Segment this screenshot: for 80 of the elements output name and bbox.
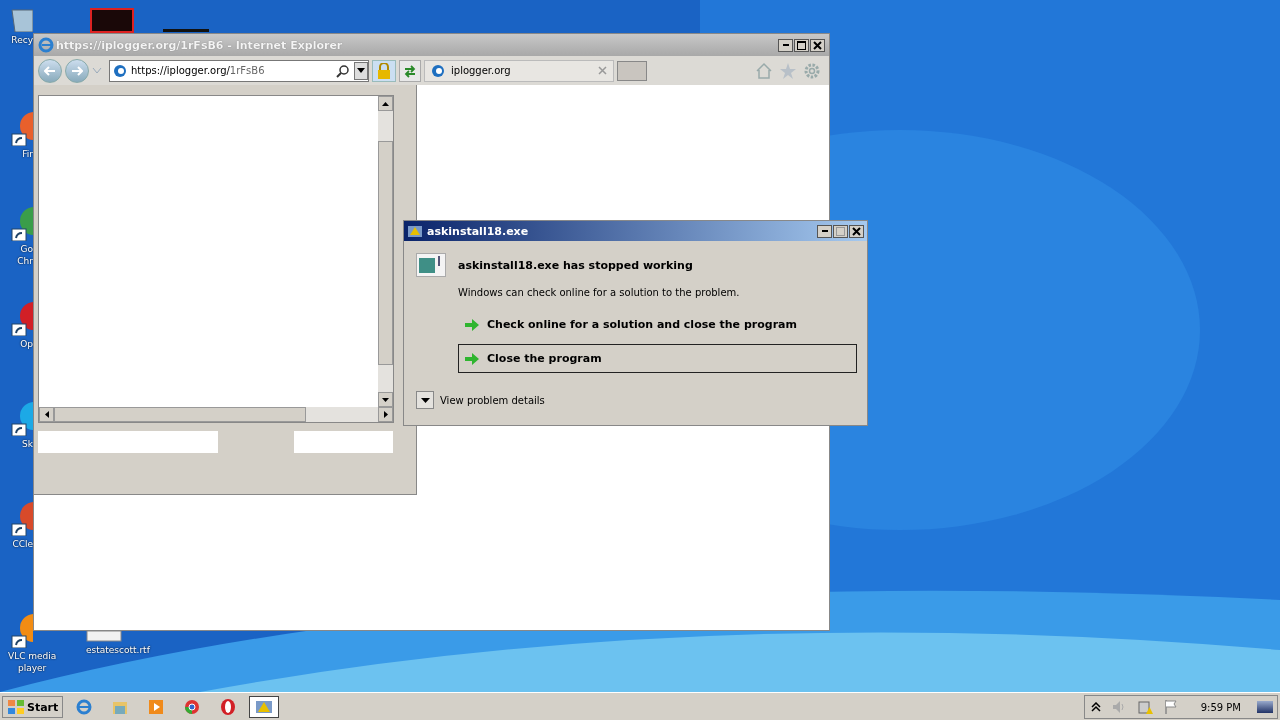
desktop-icon-label: VLC media player: [8, 650, 57, 674]
option-button[interactable]: Check online for a solution and close the program: [458, 310, 857, 339]
lock-icon: [377, 62, 391, 79]
arrow-icon: [465, 352, 479, 365]
app-shortcut-icon[interactable]: [8, 205, 33, 241]
desktop-icon-label: Fir: [22, 148, 33, 160]
app-icon: [183, 698, 202, 716]
minimize-icon: [821, 230, 828, 232]
error-message: Windows can check online for a solution to the problem.: [458, 287, 741, 298]
app-shortcut-icon[interactable]: [8, 400, 33, 436]
eye-icon: [113, 63, 127, 78]
close-tab-icon[interactable]: [598, 66, 607, 75]
maximize-button[interactable]: [794, 38, 809, 52]
minimize-icon: [782, 44, 789, 46]
minimize-button[interactable]: [817, 224, 832, 238]
search-icon[interactable]: [336, 63, 350, 78]
maximize-icon: [797, 40, 806, 50]
desktop-icon-label: Sk: [22, 438, 33, 450]
close-button[interactable]: [810, 38, 825, 52]
back-button[interactable]: [38, 58, 62, 83]
app-icon: [147, 698, 166, 716]
scroll-right-icon[interactable]: [383, 411, 388, 418]
desktop-icon-label: Recy: [11, 34, 33, 46]
back-arrow-icon: [44, 65, 56, 76]
caret-icon: [420, 397, 430, 403]
app-shortcut-icon[interactable]: [90, 8, 134, 33]
tab-label[interactable]: iplogger.org: [451, 65, 592, 76]
start-button[interactable]: Start: [2, 696, 64, 718]
desktop-icon-label: Op: [20, 338, 33, 350]
maximize-icon: [836, 226, 845, 236]
refresh-icon: [403, 63, 417, 78]
close-icon: [852, 226, 861, 236]
option-button[interactable]: Close the program: [458, 344, 857, 373]
app-shortcut-icon[interactable]: [8, 612, 33, 648]
taskbar-app-button[interactable]: [249, 696, 280, 718]
app-icon: [255, 698, 274, 716]
flag-icon[interactable]: [1162, 699, 1179, 715]
app-shortcut-icon[interactable]: [8, 500, 33, 536]
forward-arrow-icon: [71, 65, 83, 76]
show-desktop-button[interactable]: [1257, 701, 1273, 713]
error-heading: askinstall18.exe has stopped working: [458, 258, 693, 272]
scroll-down-icon[interactable]: [382, 397, 389, 402]
close-button[interactable]: [849, 224, 864, 238]
window-icon: [416, 253, 446, 277]
desktop-icon-label: CCle: [12, 538, 33, 550]
scroll-up-icon[interactable]: [382, 101, 389, 106]
vertical-scrollbar[interactable]: [378, 96, 393, 407]
app-shortcut-icon[interactable]: [8, 300, 33, 336]
minimize-button[interactable]: [778, 38, 793, 52]
star-icon[interactable]: [779, 61, 797, 80]
desktop-icon-label: estatescott.rtf: [86, 644, 150, 656]
scroll-left-icon[interactable]: [44, 411, 49, 418]
app-icon: [75, 698, 94, 716]
input-field[interactable]: [294, 431, 393, 453]
window-title: https://iplogger.org/1rFsB6 - Internet Explorer: [56, 38, 344, 52]
close-icon: [813, 40, 822, 50]
window-title: askinstall18.exe: [427, 224, 530, 238]
browser-logo-icon: [38, 37, 54, 53]
expand-button[interactable]: [416, 391, 434, 409]
address-bar[interactable]: https://iplogger.org/1rFsB6: [109, 59, 369, 82]
recycle-bin-icon[interactable]: [8, 8, 33, 32]
forward-button[interactable]: [65, 58, 89, 83]
app-icon: [219, 698, 238, 716]
document-icon[interactable]: [86, 630, 122, 642]
clock[interactable]: 9:59 PM: [1200, 701, 1241, 713]
refresh-button[interactable]: [399, 59, 421, 82]
desktop-icon-label: Go Chr: [17, 243, 33, 267]
chevron-up-icon[interactable]: [1090, 702, 1101, 712]
input-field[interactable]: [38, 431, 218, 453]
arrow-icon: [465, 318, 479, 331]
dropdown-button[interactable]: [354, 61, 368, 80]
new-tab-button[interactable]: [617, 60, 647, 81]
eye-icon: [431, 63, 445, 78]
app-icon: [407, 223, 423, 239]
details-label[interactable]: View problem details: [440, 394, 545, 406]
caret-icon: [357, 68, 365, 73]
browser-tab[interactable]: iplogger.org: [424, 59, 614, 82]
app-shortcut-icon[interactable]: [8, 110, 33, 146]
horizontal-scrollbar[interactable]: [39, 407, 393, 422]
windows-logo-icon: [7, 699, 25, 715]
